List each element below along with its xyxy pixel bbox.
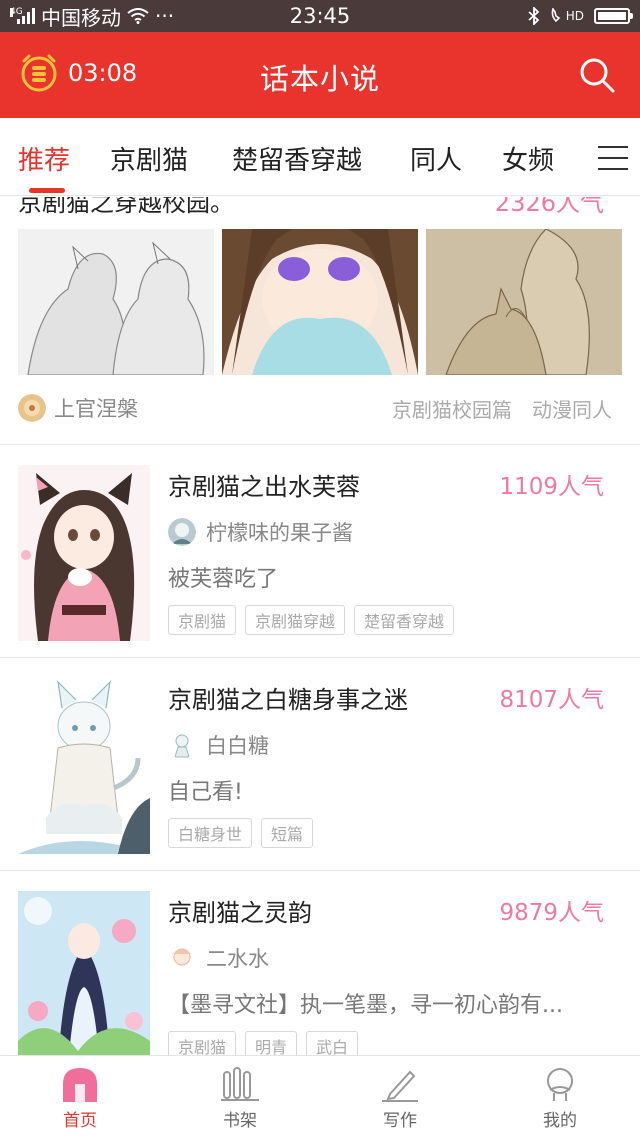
story-title: 京剧猫之穿越校园。	[18, 197, 234, 217]
carrier-name: 中国移动	[41, 5, 121, 30]
story-meta: 上官涅槃 京剧猫校园篇 动漫同人	[18, 393, 612, 423]
status-left: 4G 中国移动 ···	[10, 2, 174, 31]
active-tab-indicator	[29, 188, 65, 193]
story-title: 京剧猫之白糖身事之迷	[168, 686, 408, 714]
profile-icon	[547, 1068, 573, 1101]
story-tag[interactable]: 明青	[245, 1031, 298, 1055]
nav-profile[interactable]: 我的	[480, 1056, 640, 1138]
wifi-icon	[127, 8, 149, 24]
network-type: 4G	[10, 7, 23, 17]
story-popularity: 1109人气	[499, 474, 604, 500]
tab-tongren[interactable]: 同人	[410, 140, 462, 177]
volte-label: HD	[565, 9, 584, 23]
story-popularity: 9879人气	[499, 900, 604, 926]
feed-item[interactable]: 京剧猫之白糖身事之迷 8107人气 白白糖 自己看! 白糖身世 短篇	[0, 658, 640, 870]
more-indicator: ···	[155, 4, 175, 28]
story-tag[interactable]: 短篇	[261, 818, 314, 848]
avatar[interactable]	[168, 731, 196, 759]
story-tag[interactable]: 京剧猫	[168, 1031, 237, 1055]
bluetooth-icon	[528, 7, 540, 25]
pen-icon	[382, 1070, 418, 1102]
story-tag[interactable]: 楚留香穿越	[354, 605, 455, 635]
story-author[interactable]: 上官涅槃	[54, 393, 138, 423]
alarm-coin-icon	[21, 54, 57, 92]
tab-recommend[interactable]: 推荐	[18, 140, 70, 177]
category-tabs: 推荐 京剧猫 楚留香穿越 同人 女频	[0, 118, 640, 196]
bookshelf-icon	[221, 1067, 259, 1101]
story-tag[interactable]: 武白	[306, 1031, 359, 1055]
story-cover[interactable]	[18, 465, 150, 641]
story-cover[interactable]	[18, 891, 150, 1055]
story-tags: 京剧猫 明青 武白	[168, 1031, 359, 1055]
story-author[interactable]: 白白糖	[206, 730, 269, 760]
battery-icon	[594, 8, 633, 24]
app-header: 03:08 话本小说	[0, 32, 640, 118]
nav-label: 首页	[63, 1111, 97, 1131]
thumbnail-image[interactable]	[222, 229, 418, 375]
story-description: 【墨寻文社】执一笔墨，寻一初心韵有...	[168, 993, 563, 1018]
story-tag[interactable]: 京剧猫穿越	[245, 605, 346, 635]
nav-home[interactable]: 首页	[0, 1056, 160, 1138]
nav-write[interactable]: 写作	[320, 1056, 480, 1138]
story-author-row: 柠檬味的果子酱	[168, 517, 353, 547]
avatar[interactable]	[18, 394, 46, 422]
story-tag[interactable]: 动漫同人	[532, 394, 612, 423]
story-tag[interactable]: 白糖身世	[168, 818, 253, 848]
story-tags: 白糖身世 短篇	[168, 818, 314, 848]
feed-item[interactable]: 京剧猫之出水芙蓉 1109人气 柠檬味的果子酱 被芙蓉吃了 京剧猫 京剧猫穿越 …	[0, 445, 640, 657]
story-tags: 京剧猫 京剧猫穿越 楚留香穿越	[168, 605, 455, 635]
volte-icon: HD	[550, 8, 584, 24]
avatar[interactable]	[168, 518, 196, 546]
tab-chuliuxiang[interactable]: 楚留香穿越	[232, 140, 362, 177]
story-thumbnails	[18, 229, 622, 375]
story-tag[interactable]: 京剧猫校园篇	[392, 394, 512, 423]
story-tags: 京剧猫校园篇 动漫同人	[392, 394, 612, 423]
story-title: 京剧猫之灵韵	[168, 899, 312, 927]
menu-icon[interactable]	[598, 146, 628, 170]
story-cover[interactable]	[18, 678, 150, 854]
nav-label: 我的	[543, 1111, 577, 1131]
feed-list: 京剧猫之穿越校园。 2326人气 上官涅槃 京剧猫校园篇 动漫同人 京剧猫之出水…	[0, 197, 640, 1055]
story-author-row: 二水水	[168, 943, 269, 973]
status-bar: 4G 中国移动 ··· 23:45 HD	[0, 0, 640, 32]
thumbnail-image[interactable]	[18, 229, 214, 375]
search-icon[interactable]	[578, 56, 616, 94]
avatar[interactable]	[168, 944, 196, 972]
nav-label: 写作	[383, 1111, 417, 1131]
timer-value: 03:08	[68, 59, 138, 87]
tab-nvpin[interactable]: 女频	[502, 140, 554, 177]
nav-label: 书架	[223, 1111, 257, 1131]
story-author[interactable]: 柠檬味的果子酱	[206, 517, 353, 547]
reading-timer[interactable]: 03:08	[18, 52, 137, 94]
thumbnail-image[interactable]	[426, 229, 622, 375]
bottom-nav: 首页 书架 写作 我的	[0, 1055, 640, 1138]
home-icon	[63, 1068, 97, 1102]
tab-jingjumao[interactable]: 京剧猫	[110, 140, 188, 177]
story-description: 被芙蓉吃了	[168, 567, 279, 592]
story-author[interactable]: 二水水	[206, 943, 269, 973]
feed-item[interactable]: 京剧猫之灵韵 9879人气 二水水 【墨寻文社】执一笔墨，寻一初心韵有... 京…	[0, 871, 640, 1055]
story-popularity: 2326人气	[494, 197, 604, 217]
story-description: 自己看!	[168, 780, 243, 805]
story-author-row: 白白糖	[168, 730, 269, 760]
story-tag[interactable]: 京剧猫	[168, 605, 237, 635]
status-right: HD	[528, 7, 633, 25]
signal-icon: 4G	[10, 8, 35, 24]
story-title: 京剧猫之出水芙蓉	[168, 473, 360, 501]
nav-bookshelf[interactable]: 书架	[160, 1056, 320, 1138]
story-popularity: 8107人气	[499, 687, 604, 713]
